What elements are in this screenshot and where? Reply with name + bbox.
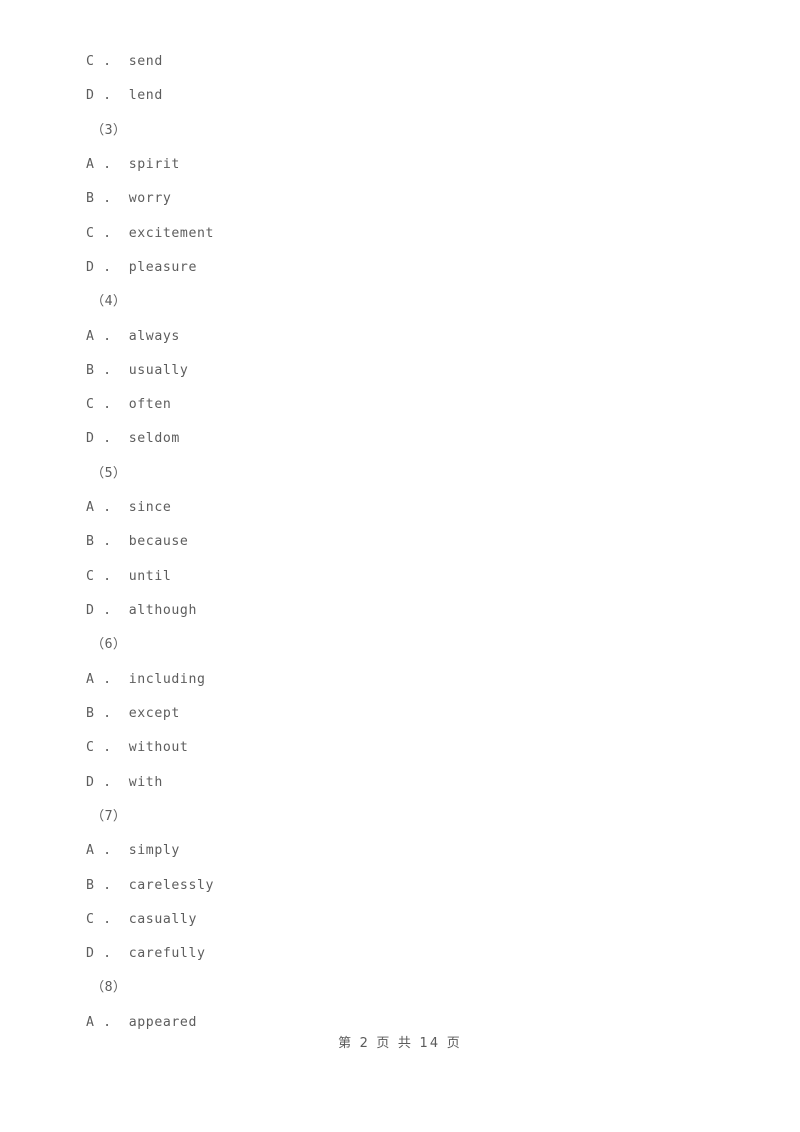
answer-option: C . send <box>86 54 163 69</box>
answer-option: A . since <box>86 500 172 516</box>
document-page: C . send D . lend （3） A . spirit B . worry C … <box>0 0 800 1132</box>
answer-option: A . simply <box>86 843 180 859</box>
answer-option: B . worry <box>86 191 172 207</box>
answer-option: B . carelessly <box>86 877 215 893</box>
answer-option: C . casually <box>86 911 198 927</box>
answer-option: D . seldom <box>86 431 180 447</box>
answer-option: A . including <box>86 671 206 687</box>
question-list: C . send D . lend （3） A . spirit B . worry C … <box>86 45 726 1040</box>
question-number: （4） <box>91 294 127 310</box>
answer-option: D . lend <box>86 88 163 104</box>
answer-option: B . except <box>86 705 180 721</box>
answer-option: A . spirit <box>86 156 180 172</box>
page-number-footer: 第 2 页 共 14 页 <box>338 1036 462 1051</box>
answer-option: A . always <box>86 328 180 344</box>
answer-option: C . until <box>86 568 172 584</box>
answer-option: B . usually <box>86 362 189 378</box>
answer-option: D . pleasure <box>86 259 198 275</box>
answer-option: D . carefully <box>86 946 206 962</box>
question-number: （3） <box>91 122 127 138</box>
question-number: （7） <box>91 808 127 824</box>
answer-option: B . because <box>86 534 189 550</box>
question-number: （6） <box>91 637 127 653</box>
question-number: （5） <box>91 465 127 481</box>
answer-option: D . with <box>86 774 163 790</box>
answer-option: C . without <box>86 740 189 756</box>
answer-option: C . often <box>86 397 172 413</box>
question-number: （8） <box>91 980 127 996</box>
answer-option: D . although <box>86 603 198 618</box>
answer-option: C . excitement <box>86 225 215 241</box>
